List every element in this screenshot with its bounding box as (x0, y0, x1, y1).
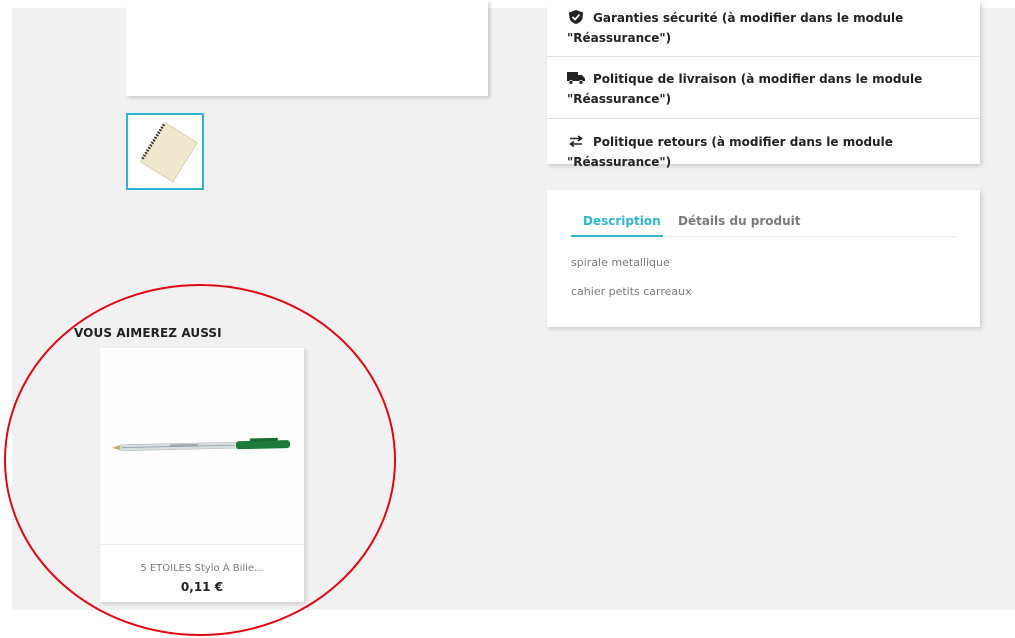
pen-image (100, 348, 304, 544)
product-image[interactable] (100, 348, 304, 545)
shield-check-icon (569, 10, 583, 24)
reassurance-item-label: Politique retours (à modifier dans le mo… (567, 135, 893, 169)
product-cover-image[interactable] (126, 0, 488, 96)
tab-product-details[interactable]: Détails du produit (678, 212, 801, 230)
exchange-arrows-icon (569, 135, 583, 148)
product-thumbnail[interactable] (126, 113, 204, 190)
reassurance-item-label: Politique de livraison (à modifier dans … (593, 72, 923, 86)
tab-description[interactable]: Description (583, 212, 661, 230)
reassurance-item-security: Garanties sécurité (à modifier dans le m… (547, 0, 980, 57)
product-miniature[interactable]: 5 ETOILES Stylo À Bille... 0,11 € (100, 348, 304, 602)
reassurance-item-label: "Réassurance") (567, 92, 672, 106)
product-price: 0,11 € (180, 580, 224, 594)
product-name-link[interactable]: 5 ETOILES Stylo À Bille... (100, 563, 304, 574)
notebook-image (128, 115, 202, 188)
truck-icon (567, 72, 585, 85)
reassurance-item-delivery: Politique de livraison (à modifier dans … (547, 57, 980, 119)
product-tabs: Description Détails du produit spirale m… (547, 190, 980, 327)
reassurance-block: Garanties sécurité (à modifier dans le m… (547, 0, 980, 169)
reassurance-item-label: Garanties sécurité (à modifier dans le m… (593, 11, 904, 25)
active-tab-indicator (571, 235, 663, 237)
reassurance-item-returns: Politique retours (à modifier dans le mo… (547, 119, 980, 169)
description-line: spirale metallique (571, 256, 670, 269)
description-line: cahier petits carreaux (571, 285, 692, 298)
related-products-title: VOUS AIMEREZ AUSSI (74, 326, 222, 340)
reassurance-item-label: "Réassurance") (567, 31, 672, 45)
